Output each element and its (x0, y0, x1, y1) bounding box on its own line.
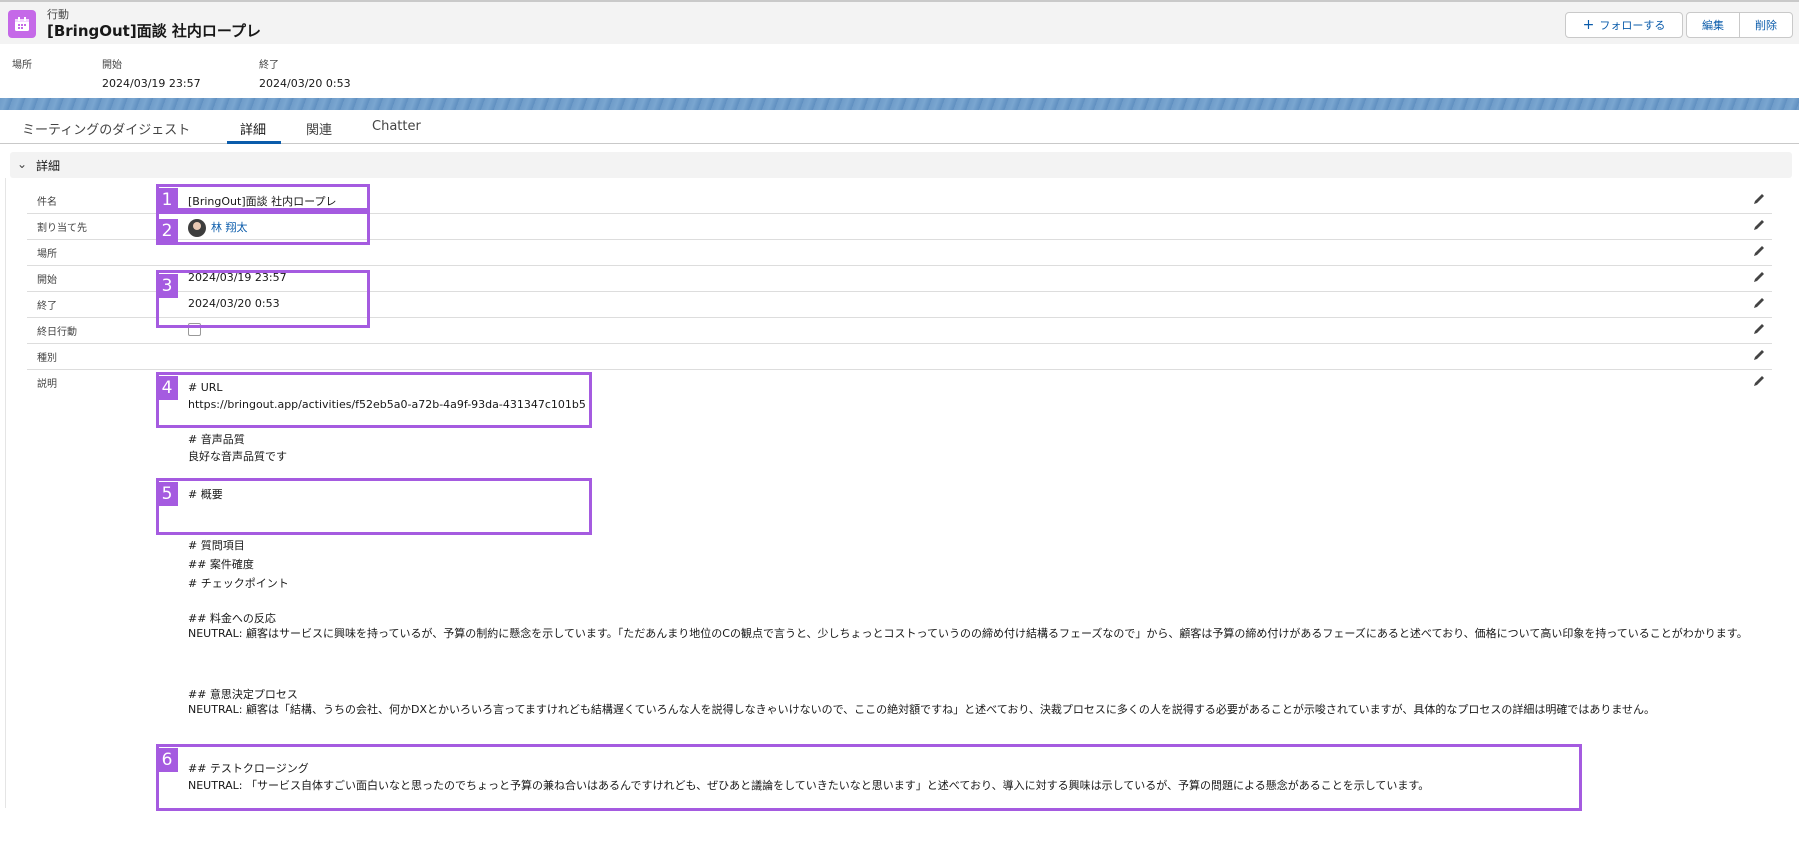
desc-checkpoint-heading: # チェックポイント (188, 577, 289, 590)
tab-chatter[interactable]: Chatter (372, 119, 421, 134)
desc-pricing-text: NEUTRAL: 顧客はサービスに興味を持っているが、予算の制約に懸念を示してい… (188, 627, 1748, 640)
page-title: [BringOut]面談 社内ロープレ (47, 22, 262, 40)
pencil-icon[interactable] (1752, 244, 1766, 258)
callout-box-4 (156, 372, 592, 428)
pencil-icon[interactable] (1752, 348, 1766, 362)
callout-box-1 (156, 184, 370, 211)
desc-questions-heading: # 質問項目 (188, 539, 245, 552)
decorative-band (0, 98, 1799, 110)
tab-details[interactable]: 詳細 (240, 119, 266, 138)
highlight-start: 開始 2024/03/19 23:57 (102, 60, 201, 90)
details-section-header[interactable]: ⌄ 詳細 (10, 152, 1792, 178)
highlight-end: 終了 2024/03/20 0:53 (259, 60, 351, 90)
desc-deal-heading: ## 案件確度 (188, 558, 254, 571)
callout-badge-4: 4 (156, 376, 178, 400)
callout-badge-6: 6 (156, 748, 178, 772)
active-tab-indicator (227, 141, 281, 144)
desc-audio-heading: # 音声品質 (188, 433, 245, 446)
tab-bar: ミーティングのダイジェスト 詳細 関連 Chatter (0, 110, 1799, 144)
calendar-icon (8, 10, 36, 38)
delete-button[interactable]: 削除 (1739, 12, 1793, 38)
tab-related[interactable]: 関連 (306, 119, 332, 138)
callout-badge-3: 3 (156, 274, 178, 298)
follow-button[interactable]: + フォローする (1565, 12, 1683, 38)
left-border (5, 178, 6, 808)
callout-box-5 (156, 478, 592, 535)
callout-box-2 (156, 211, 370, 245)
pencil-icon[interactable] (1752, 270, 1766, 284)
pencil-icon[interactable] (1752, 374, 1766, 388)
highlight-location: 場所 (12, 60, 32, 71)
edit-button[interactable]: 編集 (1686, 12, 1740, 38)
highlights-panel: 場所 開始 2024/03/19 23:57 終了 2024/03/20 0:5… (0, 44, 1799, 98)
pencil-icon[interactable] (1752, 322, 1766, 336)
record-header: 行動 [BringOut]面談 社内ロープレ + フォローする 編集 削除 (0, 0, 1799, 44)
callout-badge-1: 1 (156, 188, 178, 212)
field-row-type: 種別 (27, 344, 1772, 370)
pencil-icon[interactable] (1752, 218, 1766, 232)
callout-badge-2: 2 (156, 219, 178, 243)
callout-badge-5: 5 (156, 482, 178, 506)
desc-audio-text: 良好な音声品質です (188, 450, 287, 463)
pencil-icon[interactable] (1752, 192, 1766, 206)
tab-meeting-digest[interactable]: ミーティングのダイジェスト (22, 119, 190, 138)
callout-box-3 (156, 270, 370, 328)
desc-decision-text: NEUTRAL: 顧客は「結構、うちの会社、何かDXとかいろいろ言ってますけれど… (188, 703, 1656, 716)
pencil-icon[interactable] (1752, 296, 1766, 310)
chevron-down-icon: ⌄ (17, 157, 28, 171)
plus-icon: + (1582, 17, 1595, 33)
callout-box-6 (156, 744, 1582, 811)
